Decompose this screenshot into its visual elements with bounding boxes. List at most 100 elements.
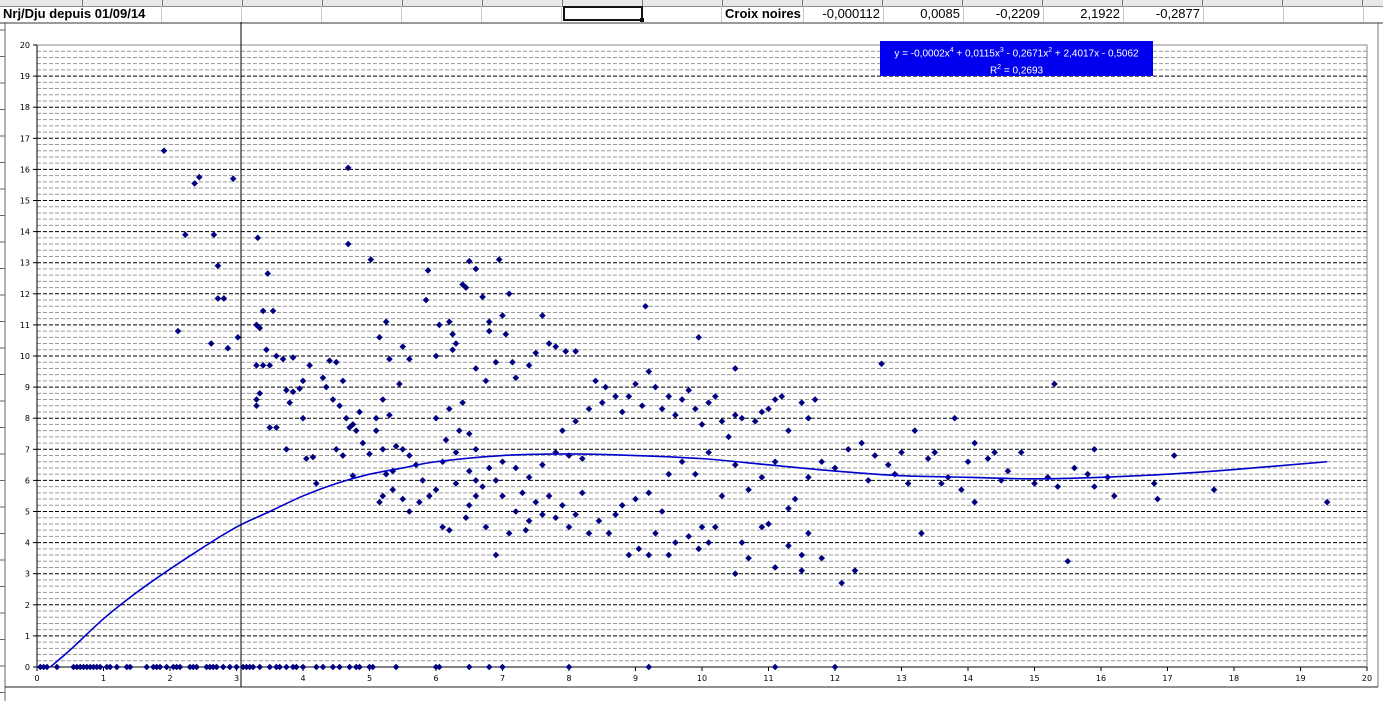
data-point — [266, 424, 274, 431]
data-point — [539, 312, 546, 319]
data-point — [299, 663, 307, 671]
data-point — [559, 501, 566, 509]
data-point — [811, 396, 819, 403]
data-point — [595, 517, 603, 525]
data-point — [352, 427, 360, 434]
data-point — [379, 492, 387, 500]
data-point — [319, 374, 327, 382]
data-point — [499, 492, 506, 500]
data-point — [465, 663, 473, 671]
data-point — [525, 473, 533, 481]
data-point — [1091, 483, 1098, 490]
data-point — [273, 424, 280, 431]
data-point — [389, 486, 397, 494]
y-tick-label: 15 — [20, 197, 30, 206]
y-tick-label: 6 — [25, 476, 30, 485]
data-point — [771, 458, 779, 466]
data-point — [951, 414, 958, 422]
data-point — [695, 545, 702, 553]
data-point — [1111, 492, 1118, 500]
data-point — [838, 579, 845, 587]
data-point — [462, 514, 470, 522]
data-point — [539, 461, 546, 469]
data-point — [229, 175, 237, 183]
data-point — [276, 663, 284, 671]
data-point — [984, 455, 992, 462]
data-point — [672, 411, 679, 419]
data-point — [313, 663, 320, 671]
x-tick-label: 13 — [896, 674, 906, 683]
data-point — [329, 396, 337, 403]
data-point — [665, 393, 673, 400]
data-point — [991, 449, 998, 456]
data-point — [858, 439, 865, 447]
y-tick-label: 1 — [25, 632, 30, 641]
data-point — [785, 542, 792, 550]
data-point — [442, 436, 450, 444]
data-point — [545, 340, 553, 347]
data-point — [552, 514, 559, 522]
y-tick-label: 13 — [20, 259, 30, 268]
data-point — [479, 483, 486, 490]
data-point — [181, 231, 189, 239]
data-point — [731, 365, 739, 372]
data-point — [367, 256, 375, 263]
data-point — [805, 414, 812, 422]
equation-text: y = -0,0002x4 + 0,0115x3 - 0,2671x2 + 2,… — [894, 47, 1139, 60]
data-point — [485, 327, 493, 335]
data-point — [911, 427, 919, 434]
data-point — [344, 164, 352, 172]
data-point — [256, 663, 264, 671]
x-tick-label: 8 — [566, 674, 571, 683]
y-tick-label: 8 — [25, 414, 30, 423]
data-point — [712, 523, 719, 531]
y-tick-label: 0 — [25, 663, 30, 672]
data-point — [692, 405, 699, 413]
x-tick-label: 11 — [763, 674, 773, 683]
trendline-equation-label[interactable]: y = -0,0002x4 + 0,0115x3 - 0,2671x2 + 2,… — [880, 41, 1153, 77]
data-point — [339, 452, 347, 459]
data-point — [299, 414, 307, 422]
data-point — [502, 330, 510, 338]
data-point — [565, 663, 573, 671]
data-point — [379, 446, 387, 453]
data-point — [279, 355, 287, 363]
data-point — [436, 663, 443, 671]
data-point — [386, 411, 393, 419]
data-point — [432, 352, 440, 360]
data-point — [263, 346, 270, 354]
data-point — [492, 551, 500, 559]
data-point — [904, 480, 912, 487]
data-point — [698, 523, 706, 531]
data-point — [645, 663, 653, 671]
data-point — [336, 402, 343, 410]
data-point — [455, 427, 463, 434]
data-point — [322, 383, 330, 391]
data-point — [399, 343, 407, 350]
data-point — [798, 551, 806, 559]
data-point — [618, 408, 626, 416]
data-point — [625, 393, 633, 400]
scatter-chart[interactable]: 0 1 2 3 4 5 6 7 8 9 10 11 12 13 14 15 16 17 18 19 2001234567… — [0, 0, 1383, 701]
data-point — [356, 408, 363, 416]
y-tick-label: 9 — [25, 383, 30, 392]
data-point — [382, 318, 390, 326]
data-point — [539, 511, 546, 518]
data-point — [266, 362, 274, 369]
data-point — [602, 383, 609, 391]
data-point — [898, 449, 905, 456]
data-point — [264, 270, 272, 277]
x-tick-label: 7 — [500, 674, 505, 683]
data-point — [785, 505, 792, 512]
data-point — [482, 523, 490, 531]
data-point — [618, 501, 626, 509]
data-point — [207, 340, 215, 347]
data-point — [658, 405, 666, 413]
r-squared-text: R2 = 0,2693 — [989, 64, 1044, 77]
data-point — [1017, 449, 1025, 456]
data-point — [449, 330, 456, 338]
data-point — [938, 480, 945, 487]
data-point — [160, 147, 168, 155]
data-point — [163, 663, 170, 671]
data-point — [283, 446, 290, 453]
